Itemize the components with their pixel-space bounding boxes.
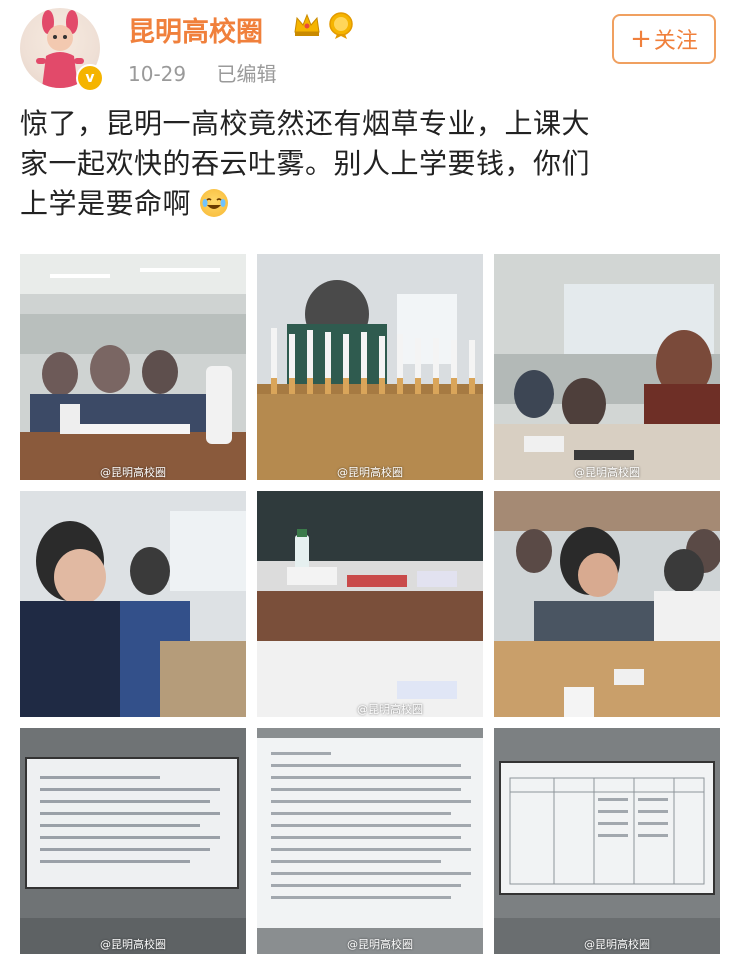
post-meta: 10-29 已编辑 xyxy=(128,58,300,87)
crown-icon xyxy=(294,13,320,36)
image-grid: @昆明高校圈 @昆明高校圈 @昆明高校圈 @昆明高校圈 @昆明高校圈 @昆明高校… xyxy=(20,254,720,954)
follow-label: 关注 xyxy=(653,29,698,54)
students-closeup-photo[interactable] xyxy=(20,491,246,717)
teacher-desk-photo[interactable]: @昆明高校圈 xyxy=(257,491,483,717)
post-text-line-3: 上学是要命啊 xyxy=(20,187,192,220)
watermark: @昆明高校圈 xyxy=(100,938,166,951)
medal-icon xyxy=(329,12,353,39)
watermark: @昆明高校圈 xyxy=(347,938,413,951)
watermark: @昆明高校圈 xyxy=(574,466,640,479)
verified-v-icon: v xyxy=(76,64,104,92)
post-text-line: 家一起欢快的吞云吐雾。别人上学要钱，你们 xyxy=(20,147,591,180)
post-text-line: 惊了，昆明一高校竟然还有烟草专业，上课大 xyxy=(20,107,591,140)
post-header: v 昆明高校圈 10-29 已编辑 + 关注 xyxy=(0,0,732,100)
projector-slide-photo-1[interactable]: @昆明高校圈 xyxy=(20,728,246,954)
author-name[interactable]: 昆明高校圈 xyxy=(128,10,263,49)
projector-slide-photo-2[interactable]: @昆明高校圈 xyxy=(257,728,483,954)
post-date: 10-29 xyxy=(128,62,187,86)
projector-table-photo[interactable]: @昆明高校圈 xyxy=(494,728,720,954)
post-text-line: 上学是要命啊 xyxy=(20,184,720,224)
follow-button[interactable]: + 关注 xyxy=(612,14,716,64)
edited-label[interactable]: 已编辑 xyxy=(216,62,276,86)
post-text: 惊了，昆明一高校竟然还有烟草专业，上课大 家一起欢快的吞云吐雾。别人上学要钱，你… xyxy=(20,104,720,224)
watermark: @昆明高校圈 xyxy=(584,938,650,951)
watermark: @昆明高校圈 xyxy=(357,703,423,716)
students-smoking-photo[interactable]: @昆明高校圈 xyxy=(494,254,720,480)
student-smoking-desk-photo[interactable] xyxy=(494,491,720,717)
classroom-smoking-photo[interactable]: @昆明高校圈 xyxy=(20,254,246,480)
plus-icon: + xyxy=(630,24,652,54)
watermark: @昆明高校圈 xyxy=(337,466,403,479)
watermark: @昆明高校圈 xyxy=(100,466,166,479)
cigarette-row-photo[interactable]: @昆明高校圈 xyxy=(257,254,483,480)
laugh-cry-emoji-icon xyxy=(200,189,229,217)
